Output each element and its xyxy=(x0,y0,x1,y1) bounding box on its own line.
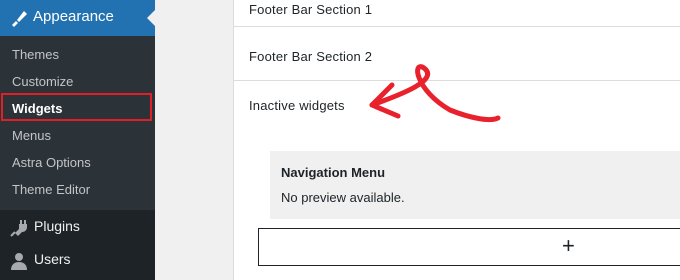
widget-area-title: Footer Bar Section 1 xyxy=(249,2,373,17)
appearance-submenu: Themes Customize Widgets Menus Astra Opt… xyxy=(0,36,155,210)
widget-area-footer-1[interactable]: Footer Bar Section 1 xyxy=(234,0,680,27)
widget-title: Navigation Menu xyxy=(281,165,386,180)
user-icon xyxy=(9,251,29,271)
navigation-menu-widget[interactable]: Navigation Menu No preview available. xyxy=(270,151,680,219)
menu-item-users[interactable]: Users xyxy=(0,243,155,277)
widget-area-footer-2[interactable]: Footer Bar Section 2 xyxy=(234,27,680,81)
widgets-highlight-box xyxy=(1,93,152,121)
widget-area-title: Footer Bar Section 2 xyxy=(249,49,373,64)
menu-item-appearance[interactable]: Appearance xyxy=(0,0,156,36)
menu-label-users: Users xyxy=(34,251,71,267)
current-menu-pointer xyxy=(147,9,156,27)
menu-label-appearance: Appearance xyxy=(33,8,114,25)
add-block-button[interactable]: + xyxy=(258,228,680,266)
brush-icon xyxy=(9,8,29,28)
submenu-item-customize[interactable]: Customize xyxy=(12,74,73,89)
widget-area-title: Inactive widgets xyxy=(249,98,345,113)
submenu-item-theme-editor[interactable]: Theme Editor xyxy=(12,182,90,197)
plug-icon xyxy=(9,218,29,238)
widget-areas-panel: Footer Bar Section 1 Footer Bar Section … xyxy=(233,0,680,280)
plus-icon: + xyxy=(562,233,575,258)
submenu-item-themes[interactable]: Themes xyxy=(12,47,59,62)
menu-label-plugins: Plugins xyxy=(34,218,80,234)
menu-item-plugins[interactable]: Plugins xyxy=(0,210,155,244)
widget-area-inactive[interactable]: Inactive widgets xyxy=(234,81,680,141)
submenu-item-astra-options[interactable]: Astra Options xyxy=(12,155,91,170)
admin-sidebar: Appearance Themes Customize Widgets Menu… xyxy=(0,0,156,280)
widget-preview-text: No preview available. xyxy=(281,190,405,205)
submenu-item-menus[interactable]: Menus xyxy=(12,128,51,143)
